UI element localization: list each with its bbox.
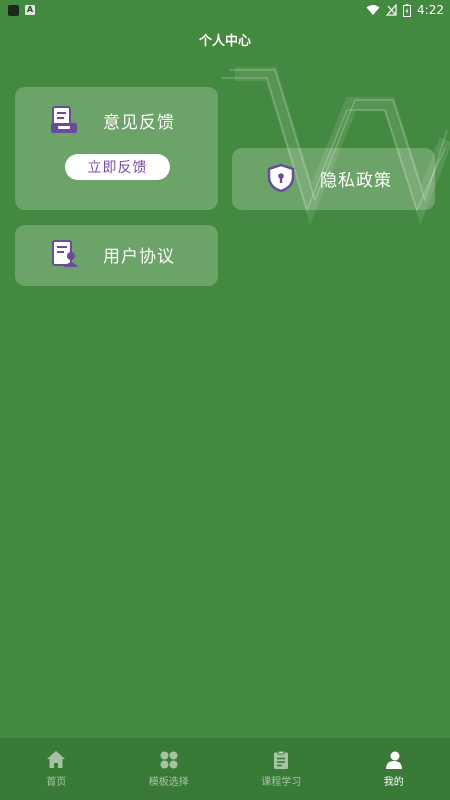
tab-mine-label: 我的 — [383, 777, 404, 788]
shield-icon — [267, 163, 295, 193]
user-agreement-row: 用户协议 — [49, 239, 175, 269]
tab-template-select[interactable]: 模板选择 — [113, 738, 226, 800]
privacy-policy-card[interactable]: 隐私政策 — [232, 148, 435, 210]
user-agreement-card[interactable]: 用户协议 — [15, 225, 218, 286]
status-bar: A 4:22 — [0, 0, 450, 20]
tab-course-study[interactable]: 课程学习 — [225, 738, 338, 800]
feedback-row: 意见反馈 — [49, 105, 175, 135]
battery-icon — [403, 3, 412, 17]
no-signal-icon — [386, 4, 397, 16]
status-right: 4:22 — [366, 3, 444, 17]
clipboard-icon — [274, 750, 289, 769]
feedback-card[interactable]: 意见反馈 立即反馈 — [15, 87, 218, 210]
user-icon — [385, 751, 402, 769]
grid-icon — [160, 751, 178, 769]
tab-home-label: 首页 — [46, 777, 67, 788]
tab-template-select-label: 模板选择 — [148, 777, 189, 788]
a-notification-icon: A — [25, 5, 35, 15]
wifi-icon — [366, 5, 380, 15]
privacy-policy-row: 隐私政策 — [266, 163, 392, 193]
home-icon — [47, 751, 66, 768]
feedback-label: 意见反馈 — [103, 112, 175, 133]
tab-mine[interactable]: 我的 — [338, 738, 450, 800]
privacy-policy-label: 隐私政策 — [320, 170, 392, 191]
status-time: 4:22 — [417, 3, 444, 17]
tab-course-study-label: 课程学习 — [261, 777, 302, 788]
app-notification-icon — [8, 4, 19, 16]
feedback-icon — [51, 106, 77, 133]
user-agreement-icon — [52, 240, 78, 267]
user-agreement-label: 用户协议 — [103, 246, 175, 267]
page-title: 个人中心 — [198, 34, 251, 49]
bottom-tab-bar: 首页 模板选择 课程学习 我的 — [0, 738, 450, 800]
submit-feedback-button[interactable]: 立即反馈 — [65, 154, 170, 180]
status-left: A — [8, 4, 35, 16]
tab-home[interactable]: 首页 — [0, 738, 113, 800]
